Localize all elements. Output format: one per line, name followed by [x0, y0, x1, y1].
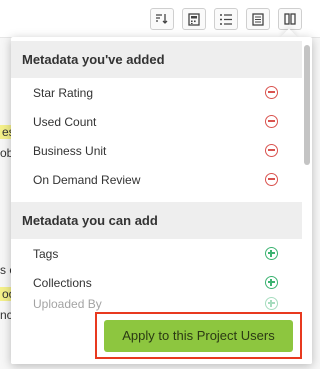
- metadata-popup: Metadata you've added Star Rating Used C…: [11, 37, 312, 364]
- add-circle-icon[interactable]: [265, 247, 278, 260]
- metadata-item-label: Star Rating: [33, 85, 94, 100]
- metadata-item-available: Tags: [11, 239, 302, 268]
- metadata-item-label: Uploaded By: [33, 297, 102, 311]
- remove-circle-icon[interactable]: [265, 115, 278, 128]
- top-bar: [0, 0, 320, 38]
- scrollbar[interactable]: [304, 45, 310, 165]
- metadata-item-added: Business Unit: [11, 136, 302, 165]
- columns-icon[interactable]: [278, 8, 302, 30]
- metadata-item-added: Used Count: [11, 107, 302, 136]
- metadata-item-label: Collections: [33, 275, 92, 290]
- metadata-item-label: Tags: [33, 246, 59, 261]
- document-icon[interactable]: [246, 8, 270, 30]
- metadata-item-label: On Demand Review: [33, 172, 141, 187]
- popup-footer: Apply to this Project Users: [11, 312, 312, 364]
- metadata-item-available: Uploaded By: [11, 297, 302, 311]
- metadata-item-available: Collections: [11, 268, 302, 297]
- sort-icon[interactable]: [150, 8, 174, 30]
- section-header-available: Metadata you can add: [11, 202, 302, 239]
- metadata-item-added: Star Rating: [11, 78, 302, 107]
- list-icon[interactable]: [214, 8, 238, 30]
- metadata-item-label: Business Unit: [33, 143, 107, 158]
- metadata-item-added: On Demand Review: [11, 165, 302, 194]
- add-circle-icon[interactable]: [265, 297, 278, 310]
- add-circle-icon[interactable]: [265, 276, 278, 289]
- apply-button-highlight: Apply to this Project Users: [95, 312, 302, 359]
- toolbar: [150, 8, 302, 30]
- remove-circle-icon[interactable]: [265, 173, 278, 186]
- metadata-item-label: Used Count: [33, 114, 97, 129]
- section-header-added: Metadata you've added: [11, 41, 302, 78]
- remove-circle-icon[interactable]: [265, 144, 278, 157]
- remove-circle-icon[interactable]: [265, 86, 278, 99]
- calculator-icon[interactable]: [182, 8, 206, 30]
- apply-button[interactable]: Apply to this Project Users: [104, 319, 293, 352]
